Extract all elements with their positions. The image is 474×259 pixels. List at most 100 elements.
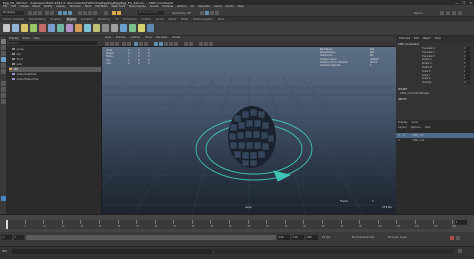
wireframe-shade-icon[interactable] [154, 41, 158, 46]
layer-tab-display[interactable]: Display [398, 121, 408, 124]
character-set-dropdown[interactable]: No Character Set [352, 236, 374, 239]
paint-weights-icon[interactable] [39, 24, 46, 32]
layer-v[interactable]: V [398, 134, 400, 137]
inner-start-field[interactable] [14, 235, 24, 240]
lights-icon[interactable] [169, 41, 173, 46]
select-hierarchy-icon[interactable] [58, 10, 62, 15]
auto-key-icon[interactable] [450, 235, 454, 240]
close-button[interactable]: ✕ [469, 1, 472, 5]
channel-tab-object[interactable]: Object [423, 36, 431, 42]
ik-handle-icon[interactable] [12, 24, 19, 32]
fps-dropdown[interactable]: 24 fps [322, 236, 330, 239]
skin-bind-icon[interactable] [30, 24, 37, 32]
sign-in-button[interactable]: Sign In [414, 12, 423, 15]
outliner-menu-help[interactable]: Help [34, 37, 40, 40]
attribute-editor-icon[interactable] [446, 10, 450, 15]
current-frame-field[interactable] [455, 220, 467, 225]
range-bar[interactable] [26, 235, 276, 240]
ambient-occlusion-icon[interactable] [199, 41, 203, 46]
camera-attr-icon[interactable] [110, 41, 114, 46]
point-constraint-icon[interactable] [57, 24, 64, 32]
grid-icon[interactable] [215, 10, 219, 15]
channel-value[interactable]: 1 [464, 73, 470, 77]
redo-icon[interactable] [50, 10, 54, 15]
antialias-icon[interactable] [204, 41, 208, 46]
blendshape-icon[interactable] [120, 24, 127, 32]
snap-grid-icon[interactable] [78, 10, 82, 15]
ik-spline-icon[interactable] [21, 24, 28, 32]
layout-side-icon[interactable] [1, 93, 6, 98]
depth-of-field-icon[interactable] [209, 41, 213, 46]
outliner-menu-show[interactable]: Show [23, 37, 30, 40]
locator-icon[interactable] [147, 24, 154, 32]
select-object-icon[interactable] [63, 10, 67, 15]
outliner-menu-display[interactable]: Display [9, 37, 19, 40]
layer-v[interactable]: V [398, 139, 400, 142]
lattice-icon[interactable] [111, 24, 118, 32]
cluster-icon[interactable] [102, 24, 109, 32]
image-plane-icon[interactable] [122, 41, 126, 46]
joint-tool-icon[interactable] [3, 24, 10, 32]
current-frame-marker[interactable] [6, 220, 8, 229]
channel-value[interactable]: on [464, 81, 470, 85]
layer-menu-options[interactable]: Options [411, 126, 421, 129]
script-language-label[interactable]: MEL [2, 250, 7, 253]
scale-constraint-icon[interactable] [75, 24, 82, 32]
script-editor-icon[interactable] [1, 196, 6, 201]
lasso-tool-icon[interactable] [1, 45, 6, 50]
scale-tool-icon[interactable] [1, 69, 6, 74]
playback-prefs-icon[interactable] [456, 235, 460, 240]
inner-end-field[interactable] [278, 235, 290, 240]
channel-value[interactable]: 0 [464, 58, 470, 62]
maximize-button[interactable]: ☐ [462, 1, 465, 5]
film-gate-icon[interactable] [139, 41, 143, 46]
pole-vector-icon[interactable] [93, 24, 100, 32]
channel-value[interactable]: 0 [464, 66, 470, 69]
viewport-canvas[interactable]: Verts: 4 0 0 Edges: 4 0 0 Faces: 1 0 0 Tris: 2 0 0 UVs: 4… [102, 46, 396, 214]
end-frame-field[interactable] [292, 235, 304, 240]
layer-p[interactable]: P [403, 134, 405, 137]
snap-view-icon[interactable] [93, 10, 97, 15]
channel-tab-channels[interactable]: Channels [399, 36, 410, 42]
open-scene-icon[interactable] [33, 10, 37, 15]
anim-layer-dropdown[interactable]: No Anim Layer [388, 236, 407, 239]
outliner-search-input[interactable] [9, 41, 97, 45]
2d-pan-zoom-icon[interactable] [127, 41, 131, 46]
start-frame-field[interactable] [2, 235, 12, 240]
script-editor-button-icon[interactable] [458, 249, 462, 253]
channel-row[interactable]: Visibility on [404, 81, 472, 85]
channel-value[interactable]: 0 [464, 50, 470, 54]
snap-curve-icon[interactable] [83, 10, 87, 15]
layer-menu-layers[interactable]: Layers [398, 126, 407, 129]
aim-constraint-icon[interactable] [84, 24, 91, 32]
time-slider[interactable]: 1510152025303540455055606570758085909510… [0, 214, 474, 232]
layer-menu-help[interactable]: Help [425, 126, 431, 129]
textured-icon[interactable] [164, 41, 168, 46]
live-surface-field[interactable] [138, 10, 164, 15]
time-slider-track[interactable]: 1510152025303540455055606570758085909510… [6, 220, 456, 229]
outliner-item[interactable]: defaultObjectSet [9, 77, 104, 82]
minimize-button[interactable]: — [455, 1, 458, 5]
wrap-icon[interactable] [129, 24, 136, 32]
layout-four-icon[interactable] [1, 87, 6, 92]
channel-box-icon[interactable] [458, 10, 462, 15]
sculpt-icon[interactable] [200, 10, 204, 15]
channel-value[interactable]: 0 [464, 62, 470, 66]
xray-icon[interactable] [205, 10, 209, 15]
command-input[interactable] [12, 249, 212, 254]
save-scene-icon[interactable] [38, 10, 42, 15]
select-component-icon[interactable] [68, 10, 72, 15]
render-icon[interactable] [112, 10, 116, 15]
layer-row[interactable]: V P CMD_Ctrl [396, 133, 474, 138]
camera-icon[interactable] [105, 41, 109, 46]
isolate-select-icon[interactable] [189, 41, 193, 46]
resolution-gate-icon[interactable] [144, 41, 148, 46]
settings-icon[interactable] [440, 10, 444, 15]
undo-icon[interactable] [45, 10, 49, 15]
nurbs-circle-icon[interactable] [138, 24, 145, 32]
parent-constraint-icon[interactable] [48, 24, 55, 32]
snap-point-icon[interactable] [88, 10, 92, 15]
layer-tab-anim[interactable]: Anim [412, 121, 419, 124]
xray-mode-icon[interactable] [184, 41, 188, 46]
channel-tab-edit[interactable]: Edit [414, 36, 419, 42]
